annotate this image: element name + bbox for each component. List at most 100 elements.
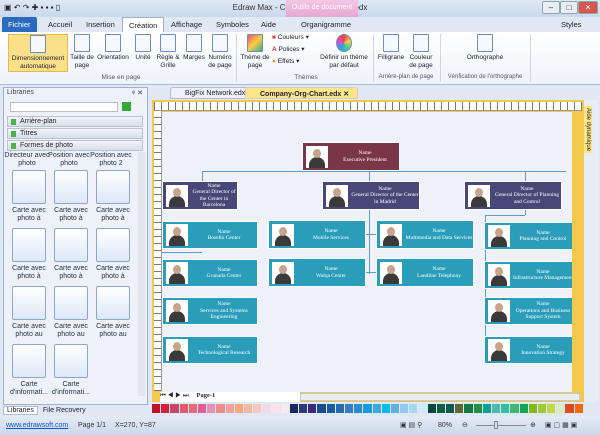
website-link[interactable]: www.edrawsoft.com bbox=[6, 416, 68, 435]
palette-swatch[interactable] bbox=[482, 404, 491, 413]
page-color-button[interactable]: Couleur de page bbox=[406, 34, 436, 70]
org-node-employee[interactable]: Name Landline Telephony bbox=[376, 258, 474, 287]
page-number-button[interactable]: Numéro de page bbox=[207, 34, 233, 70]
default-theme-button[interactable]: Définir un thème par défaut bbox=[318, 34, 370, 70]
palette-swatch[interactable] bbox=[464, 404, 473, 413]
tab-libraries[interactable]: Libraries bbox=[3, 406, 38, 415]
drawing-page[interactable]: Name Executive President Name General Direc… bbox=[162, 112, 572, 392]
palette-swatch[interactable] bbox=[455, 404, 464, 413]
palette-swatch[interactable] bbox=[344, 404, 354, 413]
org-node-employee[interactable]: Name Operations and Business Support Syst… bbox=[484, 297, 572, 325]
palette-swatch[interactable] bbox=[152, 404, 161, 413]
org-node-employee[interactable]: Name Innovation Strategy bbox=[484, 336, 572, 364]
tab-file-recovery[interactable]: File Recovery bbox=[40, 407, 89, 414]
margins-button[interactable]: Marges bbox=[181, 34, 207, 62]
org-node-director[interactable]: Name General Director of Planning and Con… bbox=[464, 181, 562, 210]
org-node-employee[interactable]: Name Infrastructure Management bbox=[484, 261, 572, 289]
palette-swatch[interactable] bbox=[161, 404, 170, 413]
palette-swatch[interactable] bbox=[234, 404, 243, 413]
org-node-director[interactable]: Name General Director of the Center in Ma… bbox=[322, 181, 420, 210]
colors-button[interactable]: ■ Couleurs ▾ bbox=[272, 34, 309, 42]
palette-swatch[interactable] bbox=[491, 404, 501, 413]
org-node-employee[interactable]: Name Walqa Center bbox=[268, 258, 366, 287]
close-tab-icon[interactable]: ✕ bbox=[343, 91, 349, 98]
palette-swatch[interactable] bbox=[446, 404, 455, 413]
zoom-slider[interactable] bbox=[476, 421, 526, 429]
tab-aide[interactable]: Aide bbox=[255, 17, 282, 32]
shape-thumbnail[interactable] bbox=[12, 228, 46, 262]
palette-swatch[interactable] bbox=[537, 404, 547, 413]
close-button[interactable]: ✕ bbox=[578, 1, 598, 14]
library-scrollbar[interactable] bbox=[138, 152, 145, 396]
palette-swatch[interactable] bbox=[556, 404, 565, 413]
dynamic-help-tab[interactable]: Aide dynamique bbox=[584, 106, 592, 154]
fit-icons[interactable]: ▣ ▢ ▦ ▣ bbox=[545, 416, 577, 435]
org-node-employee[interactable]: Name Multimedia and Data Services bbox=[376, 220, 474, 249]
palette-swatch[interactable] bbox=[510, 404, 519, 413]
category-arriere-plan[interactable]: Arrière-plan bbox=[7, 116, 143, 127]
shape-thumbnail[interactable] bbox=[54, 286, 88, 320]
palette-swatch[interactable] bbox=[372, 404, 381, 413]
palette-swatch[interactable] bbox=[354, 404, 363, 413]
shape-thumbnail[interactable] bbox=[96, 228, 130, 262]
horizontal-scrollbar[interactable] bbox=[300, 393, 580, 401]
effects-button[interactable]: ● Effets ▾ bbox=[272, 58, 299, 66]
watermark-button[interactable]: Filligrane bbox=[376, 34, 406, 62]
dynamic-help-panel[interactable]: Aide dynamique bbox=[584, 100, 598, 402]
minimize-button[interactable]: – bbox=[542, 1, 560, 14]
fonts-button[interactable]: A Polices ▾ bbox=[272, 46, 305, 54]
palette-swatch[interactable] bbox=[308, 404, 317, 413]
palette-swatch[interactable] bbox=[390, 404, 400, 413]
shape-thumbnail[interactable] bbox=[12, 344, 46, 378]
palette-swatch[interactable] bbox=[547, 404, 556, 413]
org-node-director[interactable]: Name General Director of the Center in Ba… bbox=[162, 181, 238, 210]
tab-fichier[interactable]: Fichier bbox=[2, 17, 37, 32]
palette-swatch[interactable] bbox=[363, 404, 372, 413]
shape-thumbnail[interactable] bbox=[12, 170, 46, 204]
palette-swatch[interactable] bbox=[335, 404, 344, 413]
styles-button[interactable]: Styles bbox=[555, 17, 587, 32]
category-formes-de-photo[interactable]: Formes de photo bbox=[7, 140, 143, 151]
palette-swatch[interactable] bbox=[519, 404, 528, 413]
palette-swatch[interactable] bbox=[197, 404, 207, 413]
shape-thumbnail[interactable] bbox=[54, 170, 88, 204]
palette-swatch[interactable] bbox=[436, 404, 445, 413]
palette-swatch[interactable] bbox=[400, 404, 409, 413]
org-node-employee[interactable]: Name Services and Systems Engineering bbox=[162, 297, 258, 325]
page-size-button[interactable]: Taille de page bbox=[68, 34, 96, 70]
org-node-employee[interactable]: Name Technological Research bbox=[162, 336, 258, 364]
zoom-out-button[interactable]: ⊖ bbox=[462, 416, 468, 435]
palette-swatch[interactable] bbox=[565, 404, 574, 413]
shape-thumbnail[interactable] bbox=[12, 286, 46, 320]
page-nav-buttons[interactable]: ⏮ ◀ ▶ ⏭ bbox=[160, 392, 189, 399]
spelling-button[interactable]: Orthographe bbox=[455, 34, 515, 62]
tab-affichage[interactable]: Affichage bbox=[165, 17, 208, 32]
go-icon[interactable] bbox=[122, 102, 131, 111]
palette-swatch[interactable] bbox=[262, 404, 271, 413]
maximize-button[interactable]: □ bbox=[560, 1, 578, 14]
view-mode-icons[interactable]: ▣ ▤ ⚲ bbox=[400, 416, 422, 435]
palette-swatch[interactable] bbox=[289, 404, 298, 413]
org-node-employee[interactable]: Name Mobile Services bbox=[268, 220, 366, 249]
zoom-in-button[interactable]: ⊕ bbox=[530, 416, 536, 435]
doc-tab-company-org-chart[interactable]: Company-Org-Chart.edx ✕ bbox=[245, 87, 359, 99]
palette-swatch[interactable] bbox=[317, 404, 326, 413]
shape-thumbnail[interactable] bbox=[54, 228, 88, 262]
unit-button[interactable]: Unité bbox=[132, 34, 154, 62]
palette-swatch[interactable] bbox=[216, 404, 225, 413]
palette-swatch[interactable] bbox=[418, 404, 427, 413]
palette-swatch[interactable] bbox=[243, 404, 253, 413]
org-node-executive[interactable]: Name Executive President bbox=[302, 142, 400, 171]
palette-swatch[interactable] bbox=[170, 404, 179, 413]
page-tab[interactable]: Page-1 bbox=[197, 392, 216, 399]
auto-size-button[interactable]: Dimensionnement automatique bbox=[8, 34, 68, 72]
library-search-input[interactable] bbox=[10, 102, 118, 112]
palette-swatch[interactable] bbox=[179, 404, 188, 413]
palette-swatch[interactable] bbox=[381, 404, 390, 413]
palette-swatch[interactable] bbox=[473, 404, 482, 413]
tab-symboles[interactable]: Symboles bbox=[210, 17, 255, 32]
org-node-employee[interactable]: Name Granada Center bbox=[162, 259, 258, 287]
palette-swatch[interactable] bbox=[299, 404, 308, 413]
shape-thumbnail[interactable] bbox=[96, 170, 130, 204]
palette-swatch[interactable] bbox=[409, 404, 418, 413]
